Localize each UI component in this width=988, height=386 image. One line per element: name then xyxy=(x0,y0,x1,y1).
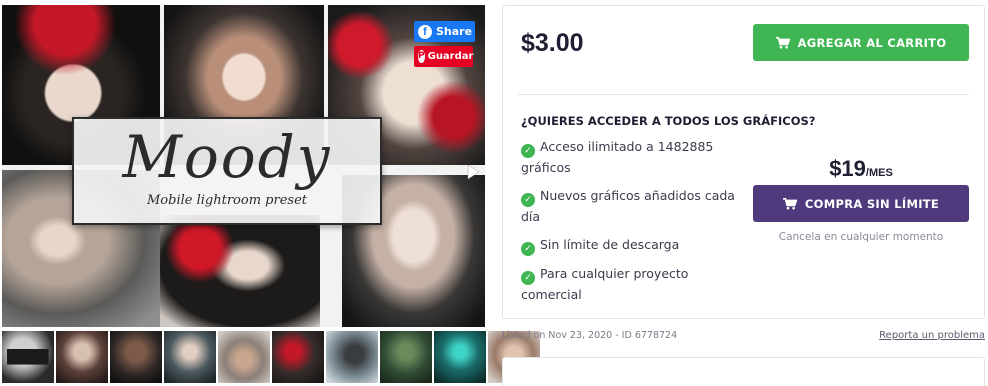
pinterest-save-label: Guardar xyxy=(427,51,474,62)
feature-list: ✓ Acceso ilimitado a 1482885 gráficos ✓ Nu… xyxy=(521,137,746,313)
subscription-amount: $19 xyxy=(829,156,866,181)
add-to-cart-button[interactable]: AGREGAR AL CARRITO xyxy=(753,24,969,61)
unlimited-purchase-button[interactable]: COMPRA SIN LÍMITE xyxy=(753,185,969,222)
purchase-card: $3.00 AGREGAR AL CARRITO ¿QUIERES ACCEDE… xyxy=(502,5,985,319)
thumbnail[interactable] xyxy=(272,331,324,383)
report-problem-link[interactable]: Reporta un problema xyxy=(879,330,985,341)
feature-text: Para cualquier proyecto comercial xyxy=(521,266,689,302)
facebook-icon: f xyxy=(418,24,432,39)
check-circle-icon: ✓ xyxy=(521,271,535,285)
list-item: ✓ Nuevos gráficos añadidos cada día xyxy=(521,186,746,227)
product-page: Moody Mobile lightroom preset f Share P … xyxy=(0,0,988,386)
next-image-arrow-icon[interactable] xyxy=(466,164,480,180)
facebook-share-button[interactable]: f Share xyxy=(414,21,475,42)
product-main-image[interactable]: Moody Mobile lightroom preset f Share P … xyxy=(2,5,485,327)
thumbnail[interactable] xyxy=(326,331,378,383)
product-price: $3.00 xyxy=(521,29,584,57)
collage-photo-5 xyxy=(160,215,320,327)
preset-title-banner: Moody Mobile lightroom preset xyxy=(72,117,382,225)
list-item: ✓ Sin límite de descarga xyxy=(521,235,746,256)
promo-title: ¿QUIERES ACCEDER A TODOS LOS GRÁFICOS? xyxy=(521,114,816,128)
pinterest-icon: P xyxy=(418,50,425,63)
thumbnail-strip xyxy=(2,331,540,386)
check-circle-icon: ✓ xyxy=(521,193,535,207)
thumbnail[interactable] xyxy=(110,331,162,383)
list-item: ✓ Acceso ilimitado a 1482885 gráficos xyxy=(521,137,746,178)
thumbnail[interactable] xyxy=(2,331,54,383)
secondary-card xyxy=(502,357,985,386)
cart-icon xyxy=(775,36,790,48)
cart-icon xyxy=(782,197,797,209)
pinterest-save-button[interactable]: P Guardar xyxy=(414,46,473,67)
feature-text: Acceso ilimitado a 1482885 gráficos xyxy=(521,139,714,175)
subscription-price: $19/MES xyxy=(753,156,969,182)
preset-brand-title: Moody xyxy=(122,123,332,191)
add-to-cart-label: AGREGAR AL CARRITO xyxy=(797,35,947,50)
facebook-share-label: Share xyxy=(436,25,473,38)
subscription-period: /MES xyxy=(865,167,893,179)
card-divider xyxy=(518,94,969,95)
thumbnail[interactable] xyxy=(218,331,270,383)
preset-brand-subtitle: Mobile lightroom preset xyxy=(147,193,307,208)
thumbnail[interactable] xyxy=(380,331,432,383)
unlimited-button-label: COMPRA SIN LÍMITE xyxy=(804,196,940,211)
listing-info: Listed on Nov 23, 2020 - ID 6778724 xyxy=(502,330,678,341)
cancel-note: Cancela en cualquier momento xyxy=(778,231,944,243)
list-item: ✓ Para cualquier proyecto comercial xyxy=(521,264,746,305)
check-circle-icon: ✓ xyxy=(521,144,535,158)
feature-text: Sin límite de descarga xyxy=(540,237,680,252)
thumbnail[interactable] xyxy=(164,331,216,383)
check-circle-icon: ✓ xyxy=(521,242,535,256)
thumbnail[interactable] xyxy=(56,331,108,383)
feature-text: Nuevos gráficos añadidos cada día xyxy=(521,188,735,224)
thumbnail[interactable] xyxy=(434,331,486,383)
